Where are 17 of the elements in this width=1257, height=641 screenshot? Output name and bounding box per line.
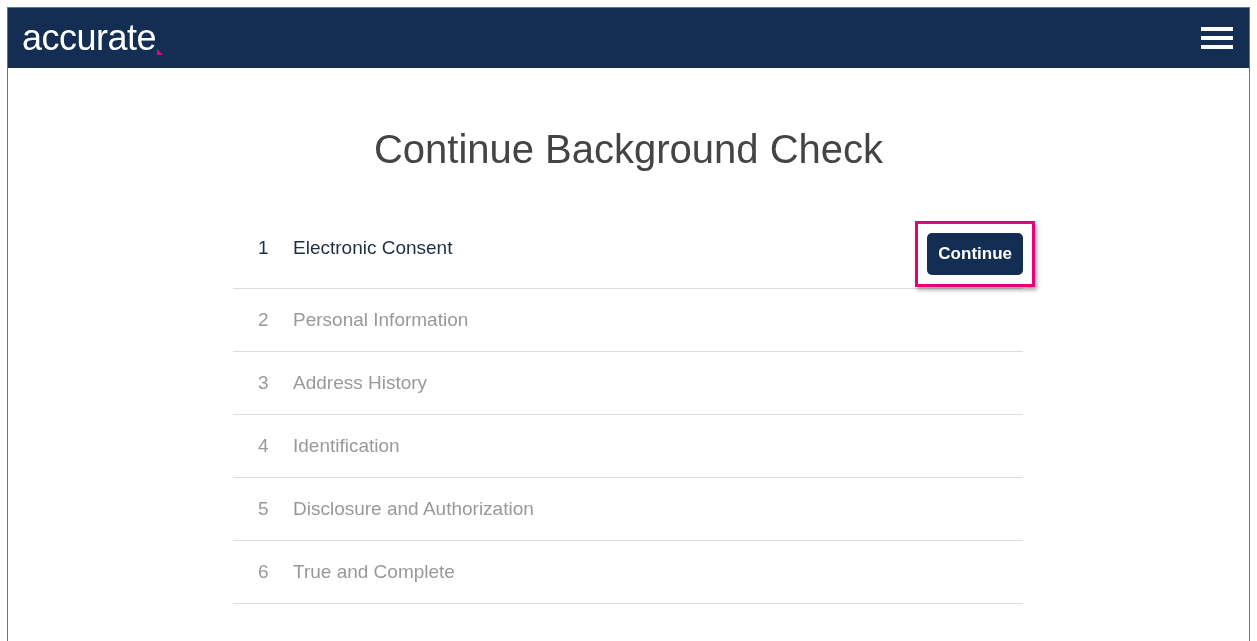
step-label: Personal Information xyxy=(293,307,469,332)
step-number: 5 xyxy=(257,496,270,521)
step-number: 2 xyxy=(257,307,270,332)
step-number: 3 xyxy=(257,370,270,395)
continue-button[interactable]: Continue xyxy=(927,233,1023,275)
logo[interactable]: accurate xyxy=(22,20,164,56)
step-number: 4 xyxy=(257,433,270,458)
step-label: True and Complete xyxy=(293,559,455,584)
step-number: 1 xyxy=(257,236,270,260)
logo-mark-icon xyxy=(157,49,164,55)
step-label: Identification xyxy=(293,433,400,458)
step-label: Disclosure and Authorization xyxy=(293,496,534,521)
step-label: Electronic Consent xyxy=(293,236,453,260)
menu-button[interactable] xyxy=(1201,25,1233,51)
step-number: 6 xyxy=(257,559,270,584)
step-label: Address History xyxy=(293,370,428,395)
page-title: Continue Background Check xyxy=(372,126,885,173)
